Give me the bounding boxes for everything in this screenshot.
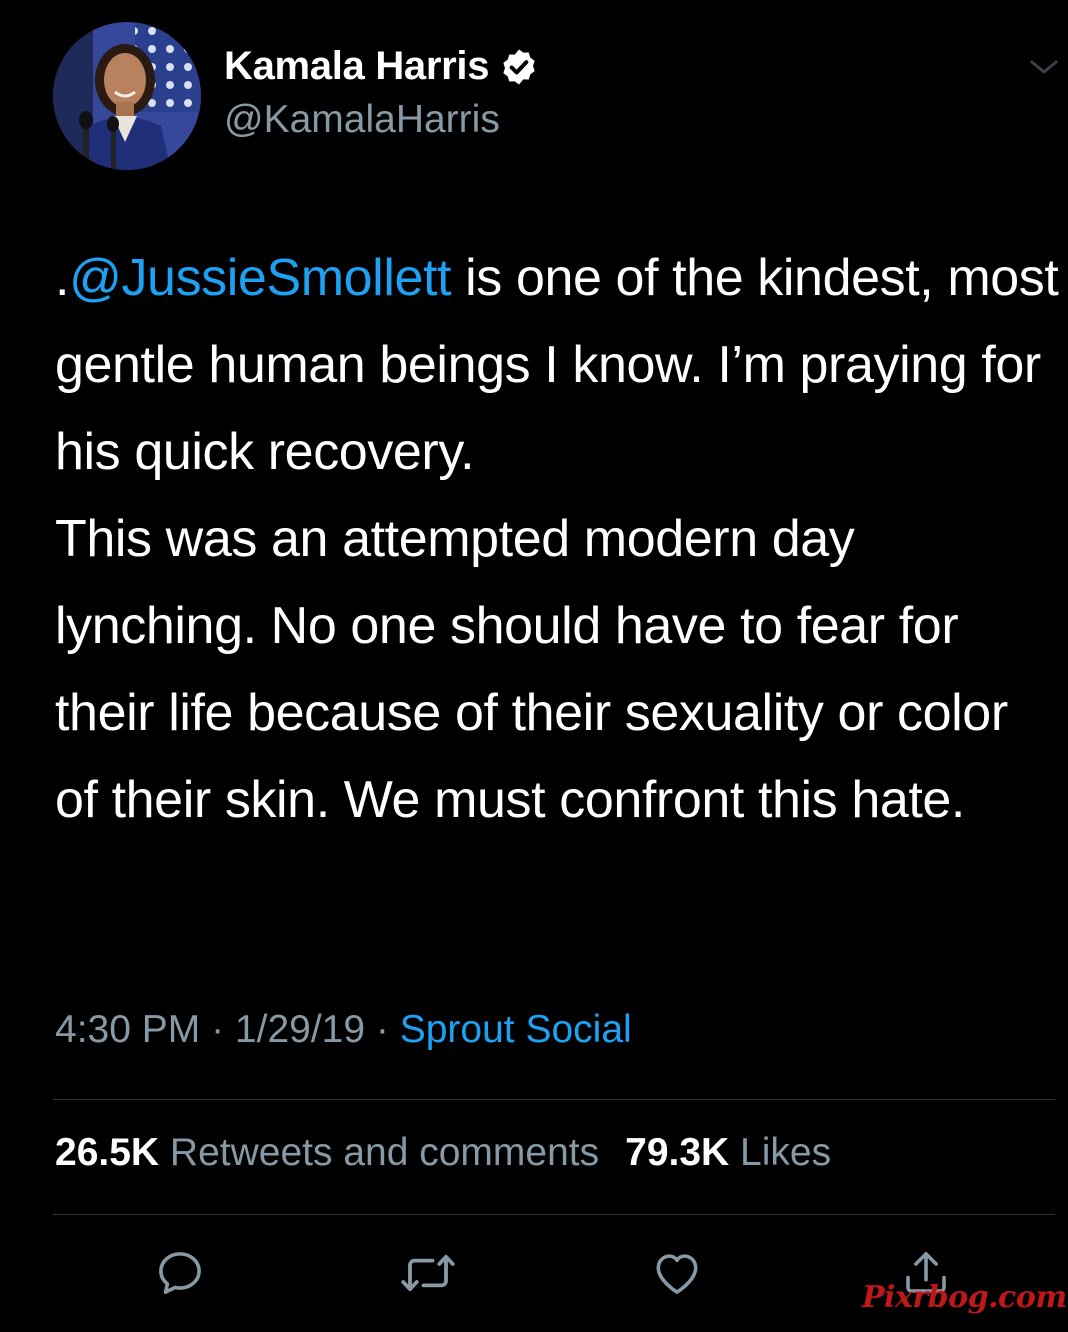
like-icon <box>650 1246 704 1305</box>
tweet-text: .@JussieSmollett is one of the kindest, … <box>55 235 1060 844</box>
avatar[interactable] <box>53 22 201 170</box>
retweets-stat[interactable]: 26.5K Retweets and comments <box>55 1131 599 1174</box>
user-handle[interactable]: @KamalaHarris <box>224 98 500 142</box>
chevron-down-icon[interactable] <box>1024 52 1064 82</box>
tweet-paragraph-2: This was an attempted modern day lynchin… <box>55 510 1008 829</box>
like-button[interactable] <box>647 1240 707 1310</box>
tweet-header: Kamala Harris @KamalaHarris <box>0 0 1068 190</box>
display-name-text: Kamala Harris <box>224 44 490 88</box>
tweet-paragraph-1: .@JussieSmollett is one of the kindest, … <box>55 235 1060 496</box>
tweet-stats: 26.5K Retweets and comments 79.3K Likes <box>55 1131 831 1175</box>
retweet-button[interactable] <box>398 1240 458 1310</box>
tweet-source-link[interactable]: Sprout Social <box>400 1008 632 1051</box>
divider <box>53 1099 1055 1100</box>
watermark-text: Pixrbog.com <box>862 1280 1067 1315</box>
tweet-time: 4:30 PM <box>55 1008 201 1051</box>
meta-separator: · <box>365 1008 400 1051</box>
reply-icon <box>153 1246 207 1305</box>
retweets-label: Retweets and comments <box>169 1131 600 1174</box>
mention-link[interactable]: @JussieSmollett <box>69 249 451 307</box>
tweet-prefix: . <box>55 249 70 307</box>
meta-separator: · <box>200 1008 235 1051</box>
likes-count: 79.3K <box>625 1131 730 1174</box>
verified-badge-icon <box>499 47 539 87</box>
reply-button[interactable] <box>150 1240 210 1310</box>
likes-stat[interactable]: 79.3K Likes <box>625 1131 831 1174</box>
divider <box>53 1214 1055 1215</box>
tweet-meta: 4:30 PM · 1/29/19 · Sprout Social <box>55 1008 632 1052</box>
retweet-icon <box>398 1246 458 1305</box>
likes-label: Likes <box>740 1131 832 1174</box>
retweets-count: 26.5K <box>55 1131 160 1174</box>
tweet-date: 1/29/19 <box>234 1008 366 1051</box>
display-name[interactable]: Kamala Harris <box>224 44 539 89</box>
